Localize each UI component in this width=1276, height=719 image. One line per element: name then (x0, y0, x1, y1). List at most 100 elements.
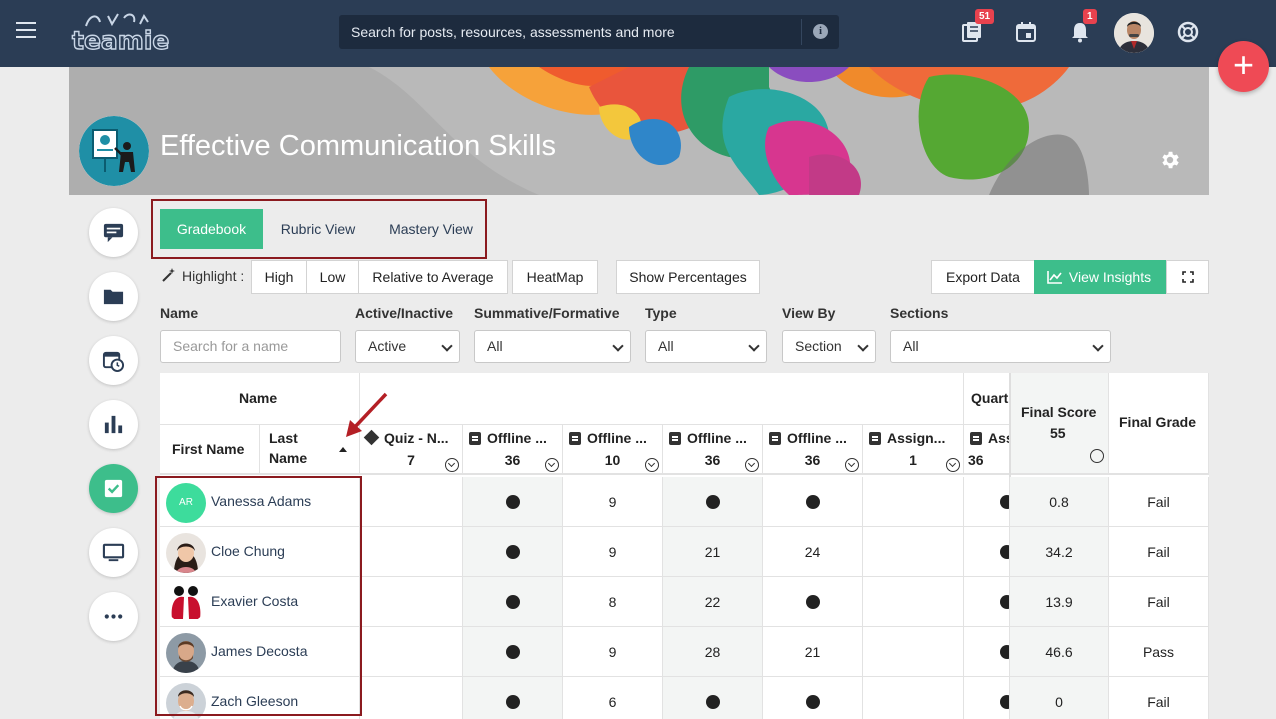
menu-icon[interactable] (16, 22, 38, 40)
chevron-down-icon (612, 340, 624, 352)
column-menu-icon[interactable] (1090, 449, 1104, 463)
grade-cell[interactable] (863, 677, 964, 719)
quarter-group-header: Quart (964, 373, 1010, 425)
grade-cell[interactable]: 22 (663, 577, 763, 627)
grade-cell[interactable]: 8 (563, 577, 663, 627)
rail-posts-button[interactable] (89, 208, 138, 257)
fullscreen-button[interactable] (1166, 260, 1209, 294)
grade-cell[interactable] (863, 527, 964, 577)
sort-ascending-icon[interactable] (339, 447, 347, 452)
view-insights-button[interactable]: View Insights (1034, 260, 1166, 294)
name-group-header: Name (160, 373, 360, 425)
offline-assessment-icon (669, 432, 681, 445)
rail-schedule-button[interactable] (89, 336, 138, 385)
user-avatar[interactable] (1114, 13, 1154, 53)
grade-cell[interactable]: 6 (563, 677, 663, 719)
grade-cell[interactable] (360, 677, 463, 719)
assignment-icon (869, 432, 881, 445)
final-grade-header[interactable]: Final Grade (1109, 373, 1209, 475)
type-select[interactable]: All (645, 330, 767, 363)
grade-cell[interactable]: 21 (763, 627, 863, 677)
info-icon[interactable]: i (813, 24, 828, 39)
calendar-icon[interactable] (1014, 20, 1038, 44)
grade-cell[interactable] (863, 627, 964, 677)
column-menu-icon[interactable] (946, 458, 960, 472)
column-menu-icon[interactable] (845, 458, 859, 472)
active-select[interactable]: Active (355, 330, 460, 363)
annotation-arrow-icon (346, 392, 388, 437)
name-search-input[interactable]: Search for a name (160, 330, 341, 363)
last-name-label-line1: Last (269, 430, 298, 446)
grade-cell[interactable] (964, 477, 1010, 527)
grade-cell[interactable] (663, 677, 763, 719)
help-support-icon[interactable] (1176, 20, 1200, 44)
grade-cell[interactable]: 9 (563, 627, 663, 677)
summative-select[interactable]: All (474, 330, 631, 363)
folder-icon (103, 289, 124, 305)
grade-cell[interactable] (863, 477, 964, 527)
column-header-offline-3[interactable]: Offline ... 36 (663, 425, 763, 475)
grade-cell[interactable] (763, 677, 863, 719)
grade-cell[interactable] (763, 477, 863, 527)
column-header-offline-2[interactable]: Offline ... 10 (563, 425, 663, 475)
grade-cell[interactable] (463, 577, 563, 627)
export-data-button[interactable]: Export Data (931, 260, 1035, 294)
grade-cell[interactable] (863, 577, 964, 627)
grade-cell[interactable] (463, 677, 563, 719)
teamie-logo[interactable]: teamie (71, 12, 170, 56)
column-menu-icon[interactable] (745, 458, 759, 472)
rail-more-button[interactable] (89, 592, 138, 641)
rail-analytics-button[interactable] (89, 400, 138, 449)
grade-cell[interactable] (360, 577, 463, 627)
grade-cell[interactable] (463, 527, 563, 577)
grade-cell[interactable] (964, 677, 1010, 719)
column-header-assignment-2[interactable]: Ass 36 (964, 425, 1010, 475)
tab-mastery-view[interactable]: Mastery View (376, 209, 486, 249)
last-name-label-line2: Name (269, 450, 308, 466)
column-menu-icon[interactable] (645, 458, 659, 472)
show-percentages-button[interactable]: Show Percentages (616, 260, 760, 294)
tab-gradebook[interactable]: Gradebook (160, 209, 263, 249)
grade-cell[interactable]: 24 (763, 527, 863, 577)
grade-cell[interactable] (763, 577, 863, 627)
rail-classroom-button[interactable] (89, 528, 138, 577)
column-title: Offline ... (787, 430, 847, 446)
grade-cell[interactable]: 28 (663, 627, 763, 677)
rail-gradebook-button[interactable] (89, 464, 138, 513)
settings-gear-icon[interactable] (1159, 149, 1181, 171)
column-header-offline-4[interactable]: Offline ... 36 (763, 425, 863, 475)
grade-cell[interactable] (463, 627, 563, 677)
grade-cell[interactable] (964, 577, 1010, 627)
add-fab-button[interactable]: + (1218, 41, 1269, 92)
viewby-select[interactable]: Section (782, 330, 876, 363)
highlight-relative-button[interactable]: Relative to Average (358, 260, 508, 294)
grade-cell[interactable] (360, 527, 463, 577)
rail-resources-button[interactable] (89, 272, 138, 321)
heatmap-button[interactable]: HeatMap (512, 260, 598, 294)
logo-text: teamie (71, 25, 170, 55)
not-submitted-dot-icon (705, 495, 720, 509)
grade-cell[interactable] (964, 627, 1010, 677)
grade-cell[interactable]: 9 (563, 527, 663, 577)
filter-type-label: Type (645, 305, 677, 321)
sections-select[interactable]: All (890, 330, 1111, 363)
final-score-header[interactable]: Final Score 55 (1010, 373, 1109, 475)
grade-cell[interactable] (463, 477, 563, 527)
not-submitted-dot-icon (705, 695, 720, 709)
global-search-input[interactable]: Search for posts, resources, assessments… (339, 15, 839, 49)
grade-cell[interactable]: 9 (563, 477, 663, 527)
column-header-assignment[interactable]: Assign... 1 (863, 425, 964, 475)
column-menu-icon[interactable] (545, 458, 559, 472)
highlight-high-button[interactable]: High (251, 260, 307, 294)
first-name-header[interactable]: First Name (160, 425, 260, 475)
tab-rubric-view[interactable]: Rubric View (268, 209, 368, 249)
grade-cell[interactable] (360, 477, 463, 527)
grade-cell[interactable]: 21 (663, 527, 763, 577)
column-header-offline-1[interactable]: Offline ... 36 (463, 425, 563, 475)
grade-cell[interactable] (360, 627, 463, 677)
highlight-low-button[interactable]: Low (306, 260, 359, 294)
grade-cell[interactable] (964, 527, 1010, 577)
not-submitted-dot-icon (1000, 645, 1009, 659)
column-menu-icon[interactable] (445, 458, 459, 472)
grade-cell[interactable] (663, 477, 763, 527)
